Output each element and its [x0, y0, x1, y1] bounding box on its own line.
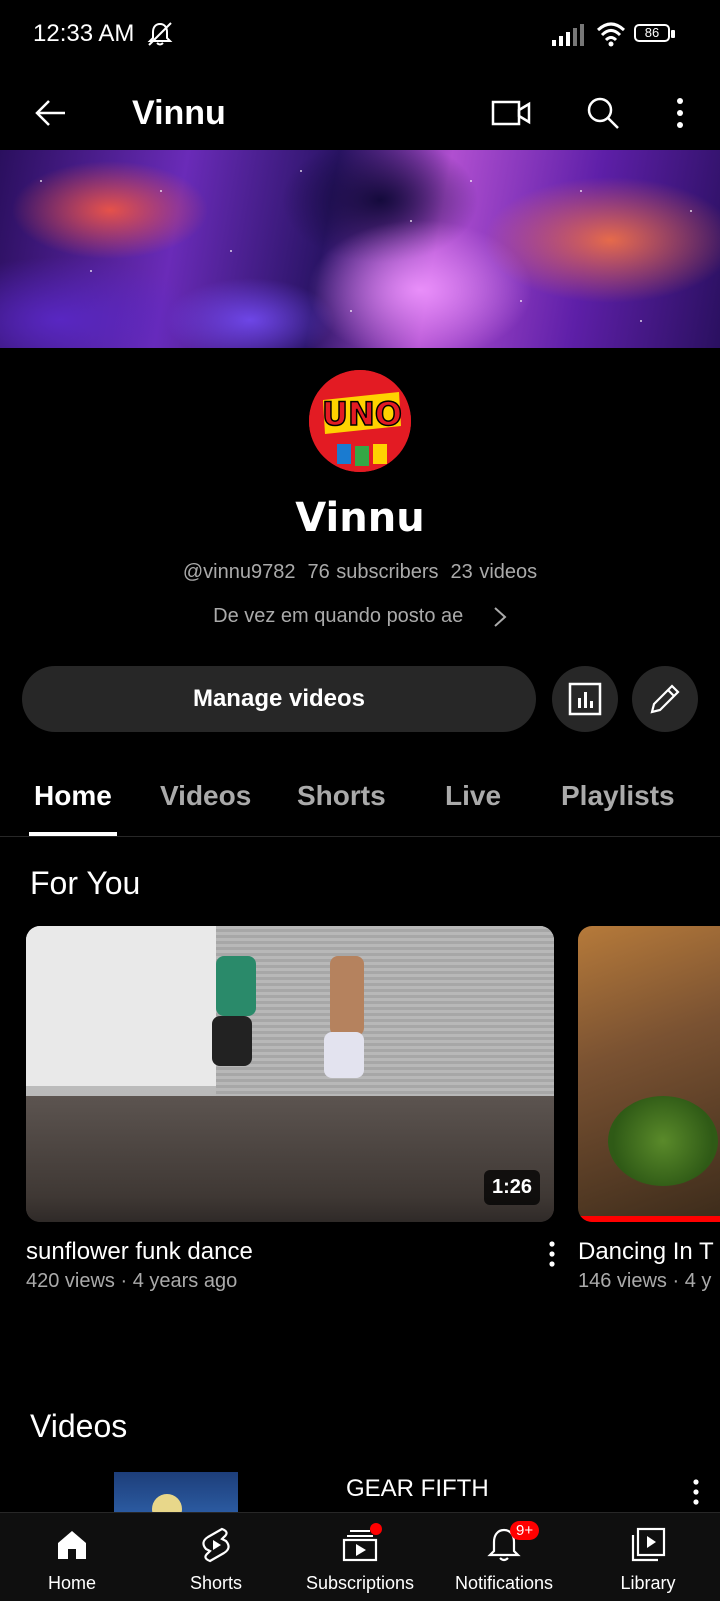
library-icon — [631, 1527, 666, 1562]
more-vert-icon — [549, 1241, 555, 1267]
more-vert-icon — [677, 98, 683, 128]
channel-meta: @vinnu9782 76 subscribers 23 videos — [0, 561, 720, 584]
video-count: 23 videos — [450, 561, 538, 583]
video-meta: 146 views · 4 y — [578, 1270, 712, 1292]
video-meta: 420 views · 4 years ago — [26, 1270, 238, 1292]
signal-icon — [552, 24, 584, 46]
page-title: Vinnu — [132, 94, 226, 132]
tab-videos[interactable]: Videos — [160, 780, 251, 812]
channel-handle: @vinnu9782 — [182, 561, 296, 583]
channel-avatar[interactable]: UNO — [309, 370, 411, 472]
shorts-icon — [202, 1527, 230, 1563]
video-more-button[interactable] — [684, 1474, 708, 1510]
back-button[interactable] — [26, 88, 76, 138]
nav-library[interactable]: Library — [576, 1513, 720, 1601]
video-thumbnail[interactable] — [578, 926, 720, 1222]
tab-playlists[interactable]: Playlists — [561, 780, 675, 812]
channel-description: De vez em quando posto ae — [213, 605, 464, 627]
nav-label: Subscriptions — [305, 1573, 415, 1593]
channel-banner — [0, 150, 720, 348]
videos-section-title: Videos — [30, 1408, 128, 1444]
search-button[interactable] — [578, 88, 628, 138]
mute-icon — [147, 22, 173, 46]
video-title[interactable]: sunflower funk dance — [26, 1238, 253, 1266]
tab-live[interactable]: Live — [445, 780, 501, 812]
channel-name: Vinnu — [295, 495, 425, 541]
nav-home[interactable]: Home — [0, 1513, 144, 1601]
video-more-button[interactable] — [540, 1236, 564, 1272]
analytics-icon — [568, 682, 602, 716]
tab-shorts[interactable]: Shorts — [297, 780, 386, 812]
wifi-icon — [596, 22, 626, 47]
watch-progress-bar — [578, 1216, 720, 1222]
nav-label: Home — [47, 1573, 96, 1593]
battery-level: 86 — [644, 25, 660, 40]
video-duration: 1:26 — [484, 1170, 541, 1205]
active-tab-indicator — [29, 832, 117, 836]
status-time: 12:33 AM — [33, 20, 135, 47]
manage-videos-button[interactable]: Manage videos — [22, 666, 536, 732]
back-arrow-icon — [35, 100, 65, 126]
create-video-button[interactable] — [486, 88, 536, 138]
more-options-button[interactable] — [655, 88, 705, 138]
nav-shorts[interactable]: Shorts — [144, 1513, 288, 1601]
search-icon — [587, 97, 619, 129]
new-content-dot — [370, 1523, 382, 1535]
analytics-button[interactable] — [552, 666, 618, 732]
video-thumbnail[interactable]: 1:26 — [26, 926, 554, 1222]
for-you-title: For You — [30, 865, 141, 901]
channel-description-link[interactable]: De vez em quando posto ae — [0, 605, 720, 628]
video-title[interactable]: Dancing In T — [578, 1238, 714, 1266]
more-vert-icon — [693, 1479, 699, 1505]
bottom-navigation: Home Shorts Subscriptions 9+ Notificatio… — [0, 1512, 720, 1601]
top-app-bar: Vinnu — [0, 70, 720, 150]
home-icon — [58, 1531, 86, 1559]
channel-tabs: Home Videos Shorts Live Playlists — [0, 760, 720, 837]
nav-label: Shorts — [189, 1573, 243, 1593]
video-camera-icon — [491, 100, 531, 126]
battery-icon: 86 — [634, 24, 678, 46]
nav-label: Library — [620, 1573, 676, 1593]
nav-subscriptions[interactable]: Subscriptions — [288, 1513, 432, 1601]
chevron-right-icon — [494, 606, 507, 627]
status-bar: 12:33 AM 86 — [0, 0, 720, 70]
nav-label: Notifications — [454, 1573, 554, 1593]
subscriber-count: 76 subscribers — [307, 561, 439, 583]
notification-badge: 9+ — [510, 1521, 540, 1540]
avatar-logo-text: UNO — [322, 395, 402, 433]
edit-channel-button[interactable] — [632, 666, 698, 732]
edit-pencil-icon — [650, 684, 680, 714]
nav-notifications[interactable]: 9+ Notifications — [432, 1513, 576, 1601]
tab-home[interactable]: Home — [34, 780, 112, 812]
video-thumbnail[interactable] — [114, 1472, 238, 1512]
video-title[interactable]: GEAR FIFTH — [346, 1475, 489, 1503]
